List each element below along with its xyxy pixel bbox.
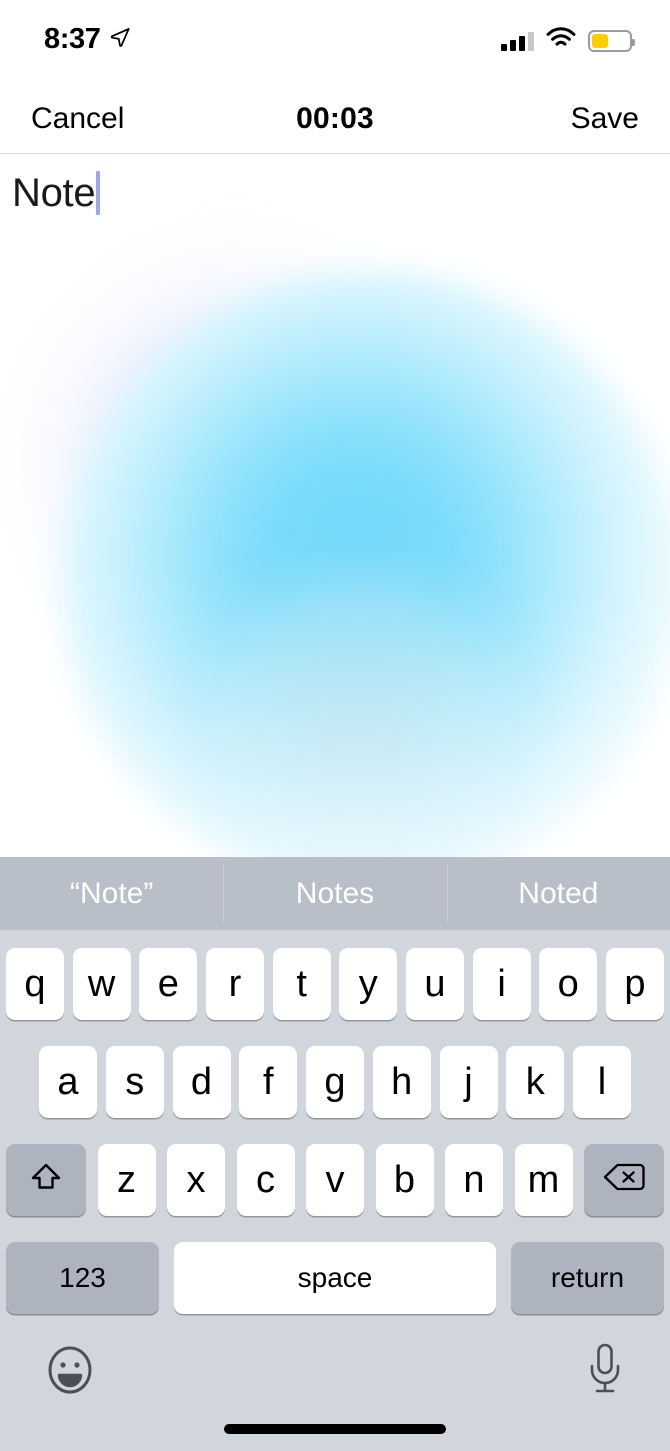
suggestion-1[interactable]: Notes: [223, 857, 446, 930]
key-j[interactable]: j: [439, 1046, 498, 1118]
key-v[interactable]: v: [306, 1144, 364, 1216]
dictation-button[interactable]: [585, 1340, 625, 1405]
key-y[interactable]: y: [339, 948, 398, 1020]
key-z[interactable]: z: [97, 1144, 156, 1216]
numeric-key[interactable]: 123: [6, 1242, 159, 1314]
key-f[interactable]: f: [239, 1046, 298, 1118]
key-h[interactable]: h: [372, 1046, 431, 1118]
delete-key[interactable]: [584, 1144, 664, 1216]
suggestion-0[interactable]: “Note”: [0, 857, 223, 930]
key-r[interactable]: r: [205, 948, 264, 1020]
text-caret: [96, 171, 101, 215]
navigation-bar: Cancel 00:03 Save: [0, 84, 670, 154]
key-n[interactable]: n: [445, 1144, 503, 1216]
key-e[interactable]: e: [139, 948, 198, 1020]
key-w[interactable]: w: [72, 948, 131, 1020]
key-s[interactable]: s: [105, 1046, 164, 1118]
save-button[interactable]: Save: [571, 103, 639, 134]
note-editor-area[interactable]: Note: [0, 155, 670, 857]
keyboard-row-2: a s d f g h j k l: [0, 1046, 670, 1118]
key-i[interactable]: i: [472, 948, 531, 1020]
cellular-signal-icon: [501, 31, 534, 51]
key-q[interactable]: q: [6, 948, 64, 1020]
onscreen-keyboard: q w e r t y u i o p a s d f g h j k l z …: [0, 930, 670, 1451]
key-m[interactable]: m: [514, 1144, 573, 1216]
return-key[interactable]: return: [511, 1242, 664, 1314]
status-bar-left: 8:37: [44, 25, 131, 54]
key-c[interactable]: c: [236, 1144, 295, 1216]
key-a[interactable]: a: [39, 1046, 97, 1118]
location-arrow-icon: [109, 26, 131, 53]
key-p[interactable]: p: [605, 948, 664, 1020]
key-b[interactable]: b: [375, 1144, 434, 1216]
keyboard-row-1: q w e r t y u i o p: [0, 948, 670, 1020]
key-x[interactable]: x: [167, 1144, 225, 1216]
space-key[interactable]: space: [174, 1242, 496, 1314]
predictive-text-bar: “Note” Notes Noted: [0, 857, 670, 930]
key-o[interactable]: o: [539, 948, 598, 1020]
key-k[interactable]: k: [506, 1046, 565, 1118]
backspace-delete-icon: [602, 1161, 646, 1200]
key-t[interactable]: t: [272, 948, 331, 1020]
keyboard-row-4: 123 space return: [0, 1242, 670, 1314]
microphone-icon: [585, 1343, 625, 1404]
status-bar-clock: 8:37: [44, 23, 101, 55]
battery-fill: [592, 33, 608, 48]
keyboard-bottom-bar: [0, 1330, 670, 1451]
key-d[interactable]: d: [172, 1046, 231, 1118]
keyboard-row-3: z x c v b n m: [0, 1144, 670, 1216]
key-g[interactable]: g: [306, 1046, 364, 1118]
note-text-field[interactable]: Note: [12, 171, 101, 215]
battery-icon: [588, 29, 635, 52]
home-indicator[interactable]: [224, 1424, 446, 1434]
shift-arrow-icon: [28, 1159, 64, 1202]
emoji-button[interactable]: [42, 1342, 98, 1403]
iphone-screen: 8:37 Cancel 00:03 Save Note “Note” Notes…: [0, 0, 670, 1451]
shift-key[interactable]: [6, 1144, 86, 1216]
key-u[interactable]: u: [405, 948, 464, 1020]
status-bar: 8:37: [0, 0, 670, 84]
note-text-value: Note: [12, 171, 96, 215]
suggestion-2[interactable]: Noted: [446, 857, 670, 930]
background-blob-haze: [190, 555, 530, 857]
battery-cap: [632, 38, 635, 46]
key-l[interactable]: l: [573, 1046, 631, 1118]
emoji-smiley-icon: [42, 1346, 98, 1402]
wifi-icon: [546, 27, 576, 54]
status-bar-right: [501, 27, 635, 54]
recording-timer: 00:03: [296, 101, 374, 135]
